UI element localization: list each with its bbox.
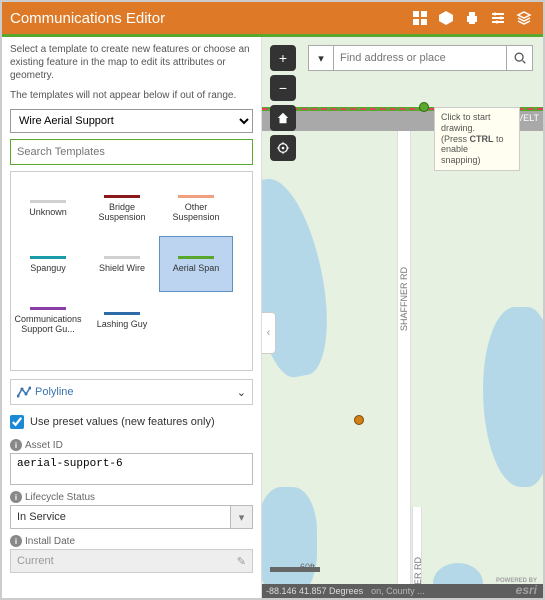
preset-label: Use preset values (new features only) xyxy=(30,416,215,428)
template-label: Spanguy xyxy=(30,263,66,273)
template-swatch xyxy=(30,200,66,203)
template-label: Shield Wire xyxy=(99,263,145,273)
asset-id-label: iAsset ID xyxy=(10,439,253,451)
lifecycle-dropdown-button[interactable]: ▾ xyxy=(231,505,253,529)
template-item[interactable]: Other Suspension xyxy=(159,180,233,236)
editor-sidebar: Select a template to create new features… xyxy=(2,37,262,598)
preset-checkbox[interactable] xyxy=(10,415,24,429)
template-swatch xyxy=(178,256,214,259)
template-item[interactable]: Shield Wire xyxy=(85,236,159,292)
layers-icon[interactable] xyxy=(513,7,535,29)
header-toolbar xyxy=(409,7,535,29)
map-search-bar: ▾ xyxy=(308,45,533,71)
search-templates-input[interactable] xyxy=(10,139,253,165)
template-item[interactable]: Bridge Suspension xyxy=(85,180,159,236)
sidebar-collapse-handle[interactable]: ‹ xyxy=(262,312,276,354)
locate-button[interactable] xyxy=(270,135,296,161)
coords-readout: -88.146 41.857 Degrees xyxy=(266,586,363,596)
map-canvas[interactable]: SHAFFNER RD NER RD ROOSEVELT Click to st… xyxy=(262,37,543,598)
info-icon: i xyxy=(10,535,22,547)
grid-icon[interactable] xyxy=(409,7,431,29)
home-button[interactable] xyxy=(270,105,296,131)
template-swatch xyxy=(104,312,140,315)
chevron-down-icon: ⌄ xyxy=(237,386,246,399)
zoom-in-button[interactable]: + xyxy=(270,45,296,71)
search-icon xyxy=(513,51,527,65)
template-label: Other Suspension xyxy=(162,202,230,222)
template-swatch xyxy=(30,307,66,310)
road-vertical xyxy=(397,127,411,598)
esri-logo: POWERED BY esri xyxy=(496,578,537,596)
geometry-type-label: Polyline xyxy=(35,386,74,398)
map-search-input[interactable] xyxy=(334,45,507,71)
template-item[interactable]: Spanguy xyxy=(11,236,85,292)
template-swatch xyxy=(104,195,140,198)
template-item[interactable]: Aerial Span xyxy=(159,236,233,292)
template-label: Unknown xyxy=(29,207,67,217)
template-swatch xyxy=(104,256,140,259)
lifecycle-select[interactable]: In Service xyxy=(10,505,231,529)
instructions-text: Select a template to create new features… xyxy=(2,37,261,88)
zoom-out-button[interactable]: − xyxy=(270,75,296,101)
asset-id-input[interactable]: aerial-support-6 xyxy=(10,453,253,485)
road-label-shaffner: SHAFFNER RD xyxy=(399,267,409,331)
template-swatch xyxy=(30,256,66,259)
template-label: Communications Support Gu... xyxy=(14,314,82,334)
scale-bar: 60ft xyxy=(270,567,320,582)
feature-type-select[interactable]: Wire Aerial Support xyxy=(10,109,253,133)
info-icon: i xyxy=(10,439,22,451)
info-icon: i xyxy=(10,491,22,503)
print-icon[interactable] xyxy=(461,7,483,29)
template-swatch xyxy=(178,195,214,198)
range-note: The templates will not appear below if o… xyxy=(2,88,261,109)
templates-panel: Unknown Bridge Suspension Other Suspension… xyxy=(10,171,253,371)
app-header: Communications Editor xyxy=(2,2,543,34)
polyline-icon xyxy=(17,386,31,398)
template-label: Aerial Span xyxy=(173,263,220,273)
template-label: Lashing Guy xyxy=(97,319,148,329)
template-item[interactable]: Communications Support Gu... xyxy=(11,292,85,348)
map-marker[interactable] xyxy=(354,415,364,425)
lifecycle-label: iLifecycle Status xyxy=(10,491,253,503)
preset-row: Use preset values (new features only) xyxy=(2,409,261,435)
sliders-icon[interactable] xyxy=(487,7,509,29)
install-date-label: iInstall Date xyxy=(10,535,253,547)
template-label: Bridge Suspension xyxy=(88,202,156,222)
water-body xyxy=(483,307,543,487)
search-submit-button[interactable] xyxy=(507,45,533,71)
pencil-icon[interactable]: ✎ xyxy=(237,555,246,568)
drawing-tooltip: Click to start drawing. (Press CTRL to e… xyxy=(434,107,520,171)
template-item[interactable]: Unknown xyxy=(11,180,85,236)
app-title: Communications Editor xyxy=(10,10,165,27)
search-source-dropdown[interactable]: ▾ xyxy=(308,45,334,71)
cube-icon[interactable] xyxy=(435,7,457,29)
install-date-input[interactable]: Current ✎ xyxy=(10,549,253,573)
drawing-vertex[interactable] xyxy=(419,102,429,112)
geometry-type-bar[interactable]: Polyline ⌄ xyxy=(10,379,253,405)
template-item[interactable]: Lashing Guy xyxy=(85,292,159,348)
attribution-text: on, County ... xyxy=(371,586,425,596)
